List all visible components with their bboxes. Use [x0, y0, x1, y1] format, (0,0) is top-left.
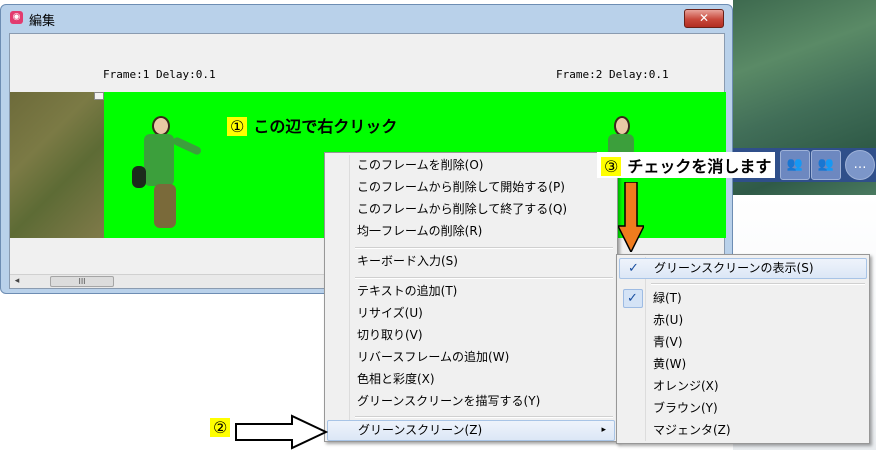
menu-separator — [651, 283, 865, 285]
scrollbar-thumb[interactable]: III — [50, 276, 114, 287]
menu-separator — [355, 416, 613, 418]
submenu-item-green[interactable]: ✓ 緑(T) — [619, 288, 867, 309]
scroll-left-arrow-icon[interactable]: ◂ — [10, 275, 24, 288]
submenu-item-label: グリーンスクリーンの表示(S) — [654, 261, 814, 275]
window-titlebar[interactable]: ◉ 編集 ✕ — [1, 5, 732, 31]
menu-separator — [355, 277, 613, 279]
checkmark-icon: ✓ — [628, 261, 639, 276]
avatar-1-head — [152, 116, 170, 136]
menu-item-green-screen[interactable]: グリーンスクリーン(Z) ▸ — [327, 420, 615, 441]
menu-item-green-screen-label: グリーンスクリーン(Z) — [358, 423, 483, 437]
context-menu: このフレームを削除(O) このフレームから削除して開始する(P) このフレームか… — [324, 152, 618, 442]
submenu-item-magenta[interactable]: マジェンタ(Z) — [619, 420, 867, 441]
menu-separator — [355, 247, 613, 249]
menu-item-delete-uniform-frames[interactable]: 均一フレームの削除(R) — [327, 221, 615, 242]
menu-item-resize[interactable]: リサイズ(U) — [327, 303, 615, 324]
checkmark-icon: ✓ — [627, 291, 638, 306]
avatar-1-arm — [171, 136, 203, 156]
submenu-item-yellow[interactable]: 黄(W) — [619, 354, 867, 375]
avatar-2-head — [614, 116, 630, 136]
submenu-item-brown[interactable]: ブラウン(Y) — [619, 398, 867, 419]
frame-1-label: Frame:1 Delay:0.1 — [103, 68, 216, 81]
submenu-item-red[interactable]: 赤(U) — [619, 310, 867, 331]
avatar-1-legs — [154, 184, 176, 228]
speech-bubble-icon[interactable]: … — [845, 150, 875, 180]
menu-item-add-reverse-frames[interactable]: リバースフレームの追加(W) — [327, 347, 615, 368]
menu-item-delete-frame[interactable]: このフレームを削除(O) — [327, 155, 615, 176]
step-1-text: この辺で右クリック — [253, 117, 398, 136]
menu-item-hue-saturation[interactable]: 色相と彩度(X) — [327, 369, 615, 390]
submenu-item-label: 緑(T) — [653, 291, 682, 305]
window-title: 編集 — [29, 14, 56, 29]
submenu-item-orange[interactable]: オレンジ(X) — [619, 376, 867, 397]
menu-item-add-text[interactable]: テキストの追加(T) — [327, 281, 615, 302]
annotation-step-1: ① この辺で右クリック — [227, 113, 397, 137]
green-screen-submenu: ✓ グリーンスクリーンの表示(S) ✓ 緑(T) 赤(U) 青(V) 黄(W) … — [616, 254, 870, 444]
orange-down-arrow-icon — [618, 182, 644, 252]
people-icon[interactable]: 👥 — [811, 150, 841, 180]
step-3-badge: ③ — [601, 157, 622, 176]
avatar-1-body — [144, 134, 174, 186]
annotation-step-3: ③ チェックを消します — [597, 152, 776, 178]
menu-item-delete-from-frame-end[interactable]: このフレームから削除して終了する(Q) — [327, 199, 615, 220]
menu-item-draw-green-screen[interactable]: グリーンスクリーンを描写する(Y) — [327, 391, 615, 412]
menu-item-keyboard-input[interactable]: キーボード入力(S) — [327, 251, 615, 272]
step-3-text: チェックを消します — [627, 157, 772, 176]
submenu-item-blue[interactable]: 青(V) — [619, 332, 867, 353]
step-1-badge: ① — [227, 117, 248, 136]
frame-marker-icon — [94, 92, 104, 100]
submenu-arrow-icon: ▸ — [601, 425, 606, 435]
add-people-icon[interactable]: 👥 — [780, 150, 810, 180]
close-button[interactable]: ✕ — [684, 9, 724, 28]
menu-item-crop[interactable]: 切り取り(V) — [327, 325, 615, 346]
annotation-step-2: ② — [210, 418, 236, 437]
camera-app-icon: ◉ — [10, 11, 23, 24]
previous-frame-thumbnail[interactable] — [10, 92, 104, 238]
frame-2-label: Frame:2 Delay:0.1 — [556, 68, 669, 81]
white-right-arrow-icon — [235, 414, 328, 450]
menu-item-delete-from-frame-start[interactable]: このフレームから削除して開始する(P) — [327, 177, 615, 198]
avatar-1-tail — [132, 166, 146, 188]
step-2-badge: ② — [210, 418, 231, 437]
submenu-item-show-green-screen[interactable]: ✓ グリーンスクリーンの表示(S) — [619, 258, 867, 279]
